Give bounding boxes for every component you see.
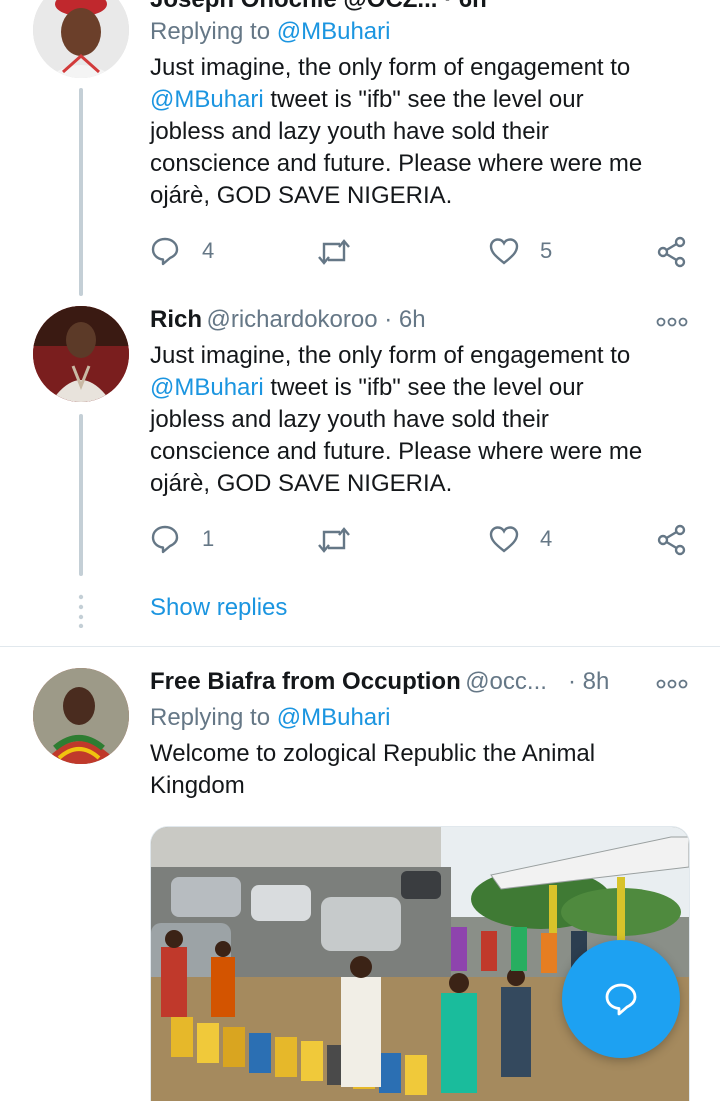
share-icon[interactable] [656,524,688,556]
show-replies-link[interactable]: Show replies [150,594,287,622]
display-name[interactable]: Free Biafra from Occuption [150,668,461,695]
reply-icon[interactable] [150,236,180,266]
avatar[interactable] [33,668,129,764]
replying-prefix: Replying to [150,704,277,731]
like-icon[interactable] [488,236,520,266]
more-icon[interactable] [656,316,688,328]
avatar[interactable] [33,306,129,402]
replying-mention-link[interactable]: @MBuhari [277,704,391,731]
thread-line [79,88,83,296]
like-count: 5 [540,238,553,263]
tweet-text-line: ojárè, GOD SAVE NIGERIA. [150,470,453,497]
tweet-text-line: conscience and future. Please where were… [150,150,643,177]
reply-count: 4 [202,238,215,263]
tweet-text-span: tweet is "ifb" see the level our [263,86,584,113]
user-handle[interactable]: @richardokoroo [206,306,377,333]
tweet-text-line: ojárè, GOD SAVE NIGERIA. [150,182,453,209]
divider [0,646,720,647]
reply-icon[interactable] [150,524,180,554]
replying-to: Replying to @MBuhari [150,704,390,732]
like-icon[interactable] [488,524,520,554]
user-handle[interactable]: @occ... [465,668,547,695]
tweet-text-line: jobless and lazy youth have sold their [150,406,549,433]
replying-mention-link[interactable]: @MBuhari [277,18,391,45]
thread-line [79,414,83,576]
retweet-icon[interactable] [316,526,352,554]
mention-link[interactable]: @MBuhari [150,86,264,113]
retweet-icon[interactable] [316,238,352,266]
replying-prefix: Replying to [150,18,277,45]
tweet-text-line: jobless and lazy youth have sold their [150,118,549,145]
timestamp: · 8h [568,668,610,695]
tweet-text-span: tweet is "ifb" see the level our [263,374,584,401]
reply-count: 1 [202,526,215,551]
compose-reply-icon [605,983,637,1016]
tweet-text-line: @MBuhari tweet is "ifb" see the level ou… [150,86,584,114]
like-count: 4 [540,526,553,551]
tweet-header: Rich @richardokoroo · 6h [150,306,426,334]
display-name[interactable]: Rich [150,306,202,333]
tweet-text-line: @MBuhari tweet is "ifb" see the level ou… [150,374,584,402]
timestamp: · 6h [377,306,426,333]
tweet-text-line: Kingdom [150,772,245,799]
tweet-header-partial: Joseph Onochie @OCZ... · 6h [150,0,487,14]
compose-reply-button[interactable] [562,940,680,1058]
tweet-text-line: Just imagine, the only form of engagemen… [150,342,631,369]
share-icon[interactable] [656,236,688,268]
more-icon[interactable] [656,678,688,690]
tweet-text-line: Welcome to zological Republic the Animal [150,740,596,767]
tweet-header: Free Biafra from Occuption @occ... [150,668,547,696]
thread-dots-icon [78,594,84,628]
tweet-text-line: conscience and future. Please where were… [150,438,643,465]
replying-to: Replying to @MBuhari [150,18,390,46]
mention-link[interactable]: @MBuhari [150,374,264,401]
tweet-text-line: Just imagine, the only form of engagemen… [150,54,631,81]
avatar[interactable] [33,0,129,78]
